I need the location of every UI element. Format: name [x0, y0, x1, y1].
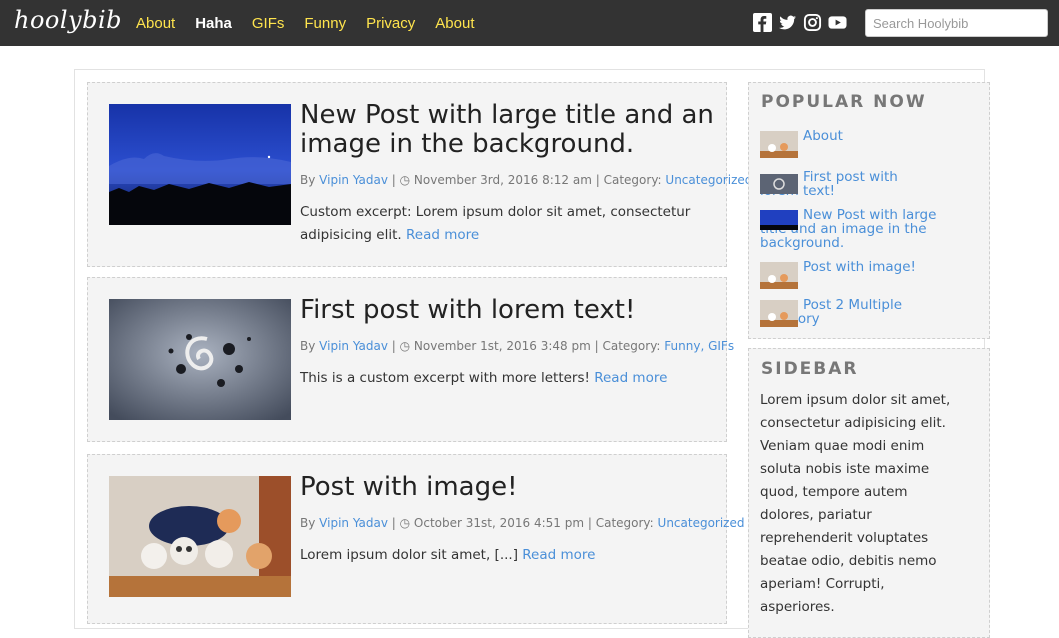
- post-category-link[interactable]: Uncategorized: [658, 516, 745, 530]
- clock-icon: ◷: [399, 339, 411, 353]
- nav-privacy[interactable]: Privacy: [366, 15, 415, 32]
- post-date: November 3rd, 2016 8:12 am: [413, 173, 592, 187]
- popular-thumbnail[interactable]: [760, 300, 798, 327]
- post-author-link[interactable]: Vipin Yadav: [319, 516, 388, 530]
- nav-about-2[interactable]: About: [435, 15, 474, 32]
- post-date: November 1st, 2016 3:48 pm: [413, 339, 591, 353]
- instagram-icon[interactable]: [803, 13, 822, 32]
- sidebar-widget: SIDEBAR Lorem ipsum dolor sit amet, cons…: [748, 348, 990, 638]
- popular-item[interactable]: About: [760, 129, 940, 158]
- site-logo[interactable]: hoolybib: [14, 6, 122, 34]
- meta-by-label: By: [300, 173, 316, 187]
- excerpt-text: This is a custom excerpt with more lette…: [300, 370, 590, 386]
- popular-thumbnail[interactable]: [760, 174, 798, 194]
- youtube-icon[interactable]: [828, 13, 847, 32]
- category-label: Category:: [602, 339, 661, 353]
- post-thumbnail[interactable]: [109, 299, 291, 420]
- popular-item[interactable]: First post with lorem text!: [760, 170, 940, 198]
- post-title[interactable]: First post with lorem text!: [300, 296, 720, 325]
- read-more-link[interactable]: Read more: [406, 227, 479, 243]
- popular-thumbnail[interactable]: [760, 131, 798, 158]
- sidebar-title: SIDEBAR: [761, 359, 859, 379]
- post-author-link[interactable]: Vipin Yadav: [319, 339, 388, 353]
- popular-widget: POPULAR NOW About First post with lorem …: [748, 82, 990, 339]
- nav-haha[interactable]: Haha: [195, 15, 232, 32]
- twitter-icon[interactable]: [778, 13, 797, 32]
- post-excerpt: This is a custom excerpt with more lette…: [300, 367, 710, 390]
- post-card: New Post with large title and an image i…: [87, 82, 752, 267]
- meta-by-label: By: [300, 516, 316, 530]
- popular-thumbnail[interactable]: [760, 262, 798, 289]
- category-label: Category:: [603, 173, 662, 187]
- category-label: Category:: [595, 516, 654, 530]
- popular-thumbnail[interactable]: [760, 210, 798, 230]
- post-category-link[interactable]: Funny, GIFs: [664, 339, 734, 353]
- excerpt-text: Lorem ipsum dolor sit amet, [...]: [300, 547, 518, 563]
- popular-item[interactable]: Post 2 Multiple category: [760, 298, 940, 327]
- popular-item[interactable]: New Post with large title and an image i…: [760, 208, 940, 250]
- post-category-link[interactable]: Uncategorized: [665, 173, 752, 187]
- post-card: First post with lorem text! By Vipin Yad…: [87, 277, 734, 442]
- social-links: [753, 13, 847, 32]
- post-meta: By Vipin Yadav | ◷ November 3rd, 2016 8:…: [300, 173, 753, 187]
- post-author-link[interactable]: Vipin Yadav: [319, 173, 388, 187]
- post-excerpt: Custom excerpt: Lorem ipsum dolor sit am…: [300, 201, 710, 247]
- post-thumbnail[interactable]: [109, 476, 291, 597]
- post-date: October 31st, 2016 4:51 pm: [413, 516, 585, 530]
- clock-icon: ◷: [399, 173, 411, 187]
- search-input[interactable]: [865, 9, 1048, 37]
- meta-by-label: By: [300, 339, 316, 353]
- post-excerpt: Lorem ipsum dolor sit amet, [...] Read m…: [300, 544, 710, 567]
- nav-funny[interactable]: Funny: [304, 15, 346, 32]
- read-more-link[interactable]: Read more: [594, 370, 667, 386]
- facebook-icon[interactable]: [753, 13, 772, 32]
- excerpt-text: Custom excerpt: Lorem ipsum dolor sit am…: [300, 204, 691, 243]
- main-nav: About Haha GIFs Funny Privacy About: [136, 15, 494, 32]
- popular-item[interactable]: Post with image!: [760, 260, 940, 289]
- post-title[interactable]: New Post with large title and an image i…: [300, 101, 720, 159]
- sidebar-text: Lorem ipsum dolor sit amet, consectetur …: [760, 392, 951, 615]
- post-card: Post with image! By Vipin Yadav | ◷ Octo…: [87, 454, 744, 624]
- nav-gifs[interactable]: GIFs: [252, 15, 285, 32]
- post-title[interactable]: Post with image!: [300, 473, 720, 502]
- post-meta: By Vipin Yadav | ◷ November 1st, 2016 3:…: [300, 339, 735, 353]
- clock-icon: ◷: [399, 516, 411, 530]
- read-more-link[interactable]: Read more: [522, 547, 595, 563]
- post-thumbnail[interactable]: [109, 104, 291, 225]
- top-navbar: hoolybib About Haha GIFs Funny Privacy A…: [0, 0, 1059, 46]
- nav-about[interactable]: About: [136, 15, 175, 32]
- post-meta: By Vipin Yadav | ◷ October 31st, 2016 4:…: [300, 516, 745, 530]
- content-container: New Post with large title and an image i…: [74, 69, 990, 638]
- popular-title: POPULAR NOW: [761, 92, 927, 112]
